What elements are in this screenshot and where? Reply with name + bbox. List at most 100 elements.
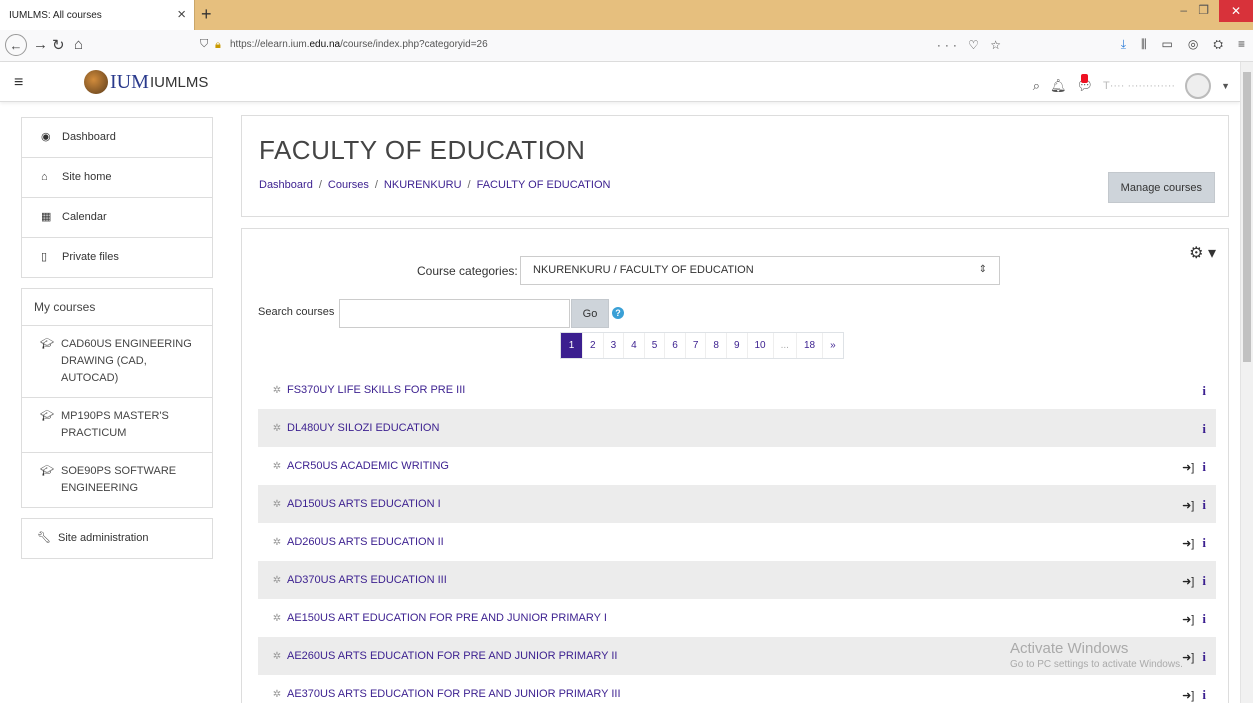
info-icon[interactable]: i	[1202, 383, 1206, 399]
course-icon: ✲	[272, 498, 282, 510]
manage-courses-button[interactable]: Manage courses	[1107, 172, 1215, 203]
page-link[interactable]: 8	[706, 333, 727, 358]
self-enrol-icon[interactable]: ➜]	[1182, 499, 1194, 512]
calendar-icon: ▦	[41, 211, 52, 223]
breadcrumb-faculty[interactable]: FACULTY OF EDUCATION	[477, 179, 611, 191]
messages-icon[interactable]: 💬︎	[1077, 74, 1093, 94]
page-link[interactable]: 4	[624, 333, 645, 358]
course-link[interactable]: AD370US ARTS EDUCATION III	[287, 574, 447, 586]
gear-icon[interactable]: ⚙ ▾	[1189, 243, 1216, 263]
user-name[interactable]: T···· ·············	[1103, 80, 1175, 92]
graduation-cap-icon: 🎓︎	[40, 465, 54, 477]
course-row: ✲ FS370UY LIFE SKILLS FOR PRE III i	[258, 371, 1216, 409]
avatar[interactable]	[1185, 73, 1212, 99]
self-enrol-icon[interactable]: ➜]	[1182, 537, 1194, 550]
course-link[interactable]: AD150US ARTS EDUCATION I	[287, 498, 441, 510]
extension-icon[interactable]: ⛭	[1213, 37, 1223, 52]
sidebar-item-my-courses[interactable]: My courses	[22, 289, 212, 326]
course-link[interactable]: FS370UY LIFE SKILLS FOR PRE III	[287, 384, 465, 396]
menu-icon[interactable]: ≡	[1238, 37, 1245, 52]
library-icon[interactable]: ⫼	[1141, 37, 1147, 52]
breadcrumb-nkurenkuru[interactable]: NKURENKURU	[384, 179, 462, 191]
sidebar-item-site-home[interactable]: ⌂ Site home	[22, 158, 212, 198]
info-icon[interactable]: i	[1202, 497, 1206, 513]
header-icons: ⌕ 🔔︎ 💬︎ T···· ············· ▼	[1033, 73, 1230, 99]
scrollbar-thumb[interactable]	[1243, 72, 1251, 362]
breadcrumb-dashboard[interactable]: Dashboard	[259, 179, 313, 191]
sidebar-item-calendar[interactable]: ▦ Calendar	[22, 198, 212, 238]
tab-close-icon[interactable]: ×	[177, 6, 186, 23]
page-link[interactable]: 1	[561, 333, 583, 358]
logo-text[interactable]: IUM	[110, 71, 149, 94]
lock-icon[interactable]: 🔒︎	[215, 39, 221, 52]
tracking-shield-icon[interactable]: ⛉	[200, 38, 208, 51]
next-page-link[interactable]: »	[823, 333, 843, 358]
home-icon[interactable]: ⌂	[74, 36, 83, 53]
self-enrol-icon[interactable]: ➜]	[1182, 651, 1194, 664]
site-name[interactable]: IUMLMS	[150, 74, 208, 91]
user-menu-chevron-icon[interactable]: ▼	[1221, 81, 1230, 91]
nav-group-main: ◉ Dashboard ⌂ Site home ▦ Calendar ▯ Pri…	[21, 117, 213, 278]
sidebar-item-site-administration[interactable]: 🔧︎ Site administration	[22, 519, 212, 558]
info-icon[interactable]: i	[1202, 421, 1206, 437]
breadcrumb-separator: /	[374, 179, 378, 191]
info-icon[interactable]: i	[1202, 649, 1206, 665]
page-link[interactable]: 3	[603, 333, 625, 358]
breadcrumb-courses[interactable]: Courses	[328, 179, 369, 191]
course-link[interactable]: AE260US ARTS EDUCATION FOR PRE AND JUNIO…	[287, 650, 617, 662]
sidebar-course-item[interactable]: 🎓︎ SOE90PS SOFTWARE ENGINEERING	[22, 453, 212, 507]
course-link[interactable]: DL480UY SILOZI EDUCATION	[287, 422, 439, 434]
drawer-toggle-icon[interactable]: ≡	[14, 74, 23, 92]
search-input[interactable]	[339, 299, 570, 328]
download-icon[interactable]: ⤓	[1121, 37, 1126, 52]
url-text[interactable]: https://elearn.ium.edu.na/course/index.p…	[230, 39, 488, 50]
page-link[interactable]: 5	[644, 333, 666, 358]
account-icon[interactable]: ◎	[1188, 37, 1198, 52]
course-link[interactable]: ACR50US ACADEMIC WRITING	[287, 460, 449, 472]
course-actions: ➜] i	[1182, 459, 1206, 475]
self-enrol-icon[interactable]: ➜]	[1182, 575, 1194, 588]
page-actions-icon[interactable]: ··· ♡ ☆	[937, 38, 1005, 52]
page-scrollbar[interactable]	[1240, 62, 1253, 703]
sidebar-item-private-files[interactable]: ▯ Private files	[22, 238, 212, 277]
back-icon[interactable]: ←	[5, 34, 27, 56]
url-bar[interactable]: ⛉ 🔒︎ https://elearn.ium.edu.na/course/in…	[195, 34, 1005, 58]
site-logo-icon[interactable]	[84, 70, 108, 94]
course-link[interactable]: AE370US ARTS EDUCATION FOR PRE AND JUNIO…	[287, 688, 621, 700]
course-link[interactable]: AE150US ART EDUCATION FOR PRE AND JUNIOR…	[287, 612, 607, 624]
reload-icon[interactable]: ↻	[52, 36, 65, 54]
browser-tab[interactable]: IUMLMS: All courses ×	[0, 0, 195, 30]
sidebar-course-item[interactable]: 🎓︎ CAD60US ENGINEERING DRAWING (CAD, AUT…	[22, 326, 212, 398]
page-link[interactable]: 18	[796, 333, 824, 358]
info-icon[interactable]: i	[1202, 573, 1206, 589]
info-icon[interactable]: i	[1202, 611, 1206, 627]
home-icon: ⌂	[41, 171, 48, 183]
go-button[interactable]: Go	[571, 299, 609, 328]
window-close-icon[interactable]: ✕	[1219, 0, 1253, 22]
help-icon[interactable]: ?	[612, 307, 624, 319]
info-icon[interactable]: i	[1202, 459, 1206, 475]
new-tab-icon[interactable]: +	[201, 4, 212, 25]
page-link[interactable]: 9	[726, 333, 748, 358]
course-icon: ✲	[272, 384, 282, 396]
page-link[interactable]: 6	[665, 333, 686, 358]
self-enrol-icon[interactable]: ➜]	[1182, 689, 1194, 702]
category-select[interactable]: NKURENKURU / FACULTY OF EDUCATION ⇕	[520, 256, 1000, 285]
tab-title: IUMLMS: All courses	[9, 9, 102, 21]
sidebar-item-dashboard[interactable]: ◉ Dashboard	[22, 118, 212, 158]
page-link[interactable]: 10	[747, 333, 774, 358]
page-link[interactable]: 7	[685, 333, 707, 358]
self-enrol-icon[interactable]: ➜]	[1182, 461, 1194, 474]
info-icon[interactable]: i	[1202, 687, 1206, 703]
sidebar-toggle-icon[interactable]: ▭	[1162, 37, 1173, 52]
restore-icon[interactable]: ❐	[1198, 3, 1209, 17]
page-link[interactable]: 2	[583, 333, 604, 358]
self-enrol-icon[interactable]: ➜]	[1182, 613, 1194, 626]
minimize-icon[interactable]: –	[1180, 3, 1187, 17]
forward-icon[interactable]: →	[33, 36, 48, 53]
info-icon[interactable]: i	[1202, 535, 1206, 551]
course-link[interactable]: AD260US ARTS EDUCATION II	[287, 536, 444, 548]
search-icon[interactable]: ⌕	[1033, 78, 1040, 94]
sidebar-course-item[interactable]: 🎓︎ MP190PS MASTER'S PRACTICUM	[22, 398, 212, 453]
notification-bell-icon[interactable]: 🔔︎	[1050, 78, 1067, 94]
